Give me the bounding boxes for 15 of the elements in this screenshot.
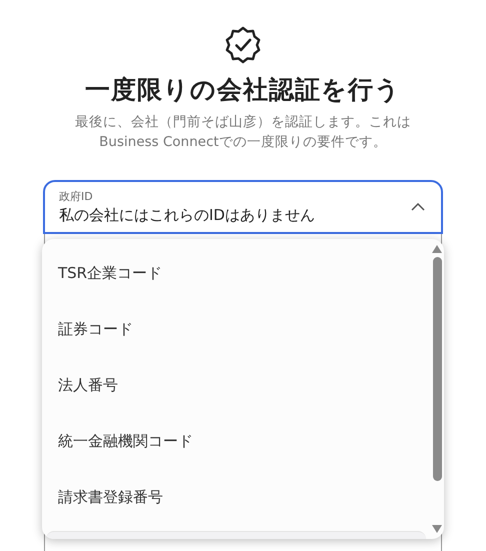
caret-icon	[411, 203, 425, 211]
description-text: 最後に、会社（門前そば山彦）を認証します。これはBusiness Connectでの一度限りの要件です。	[74, 113, 412, 152]
scroll-up-icon[interactable]	[432, 245, 442, 253]
government-id-select[interactable]: 政府ID 私の会社にはこれらのIDはありません	[43, 180, 443, 234]
scrollbar-thumb[interactable]	[432, 257, 442, 481]
dropdown-option[interactable]: TSR企業コード	[42, 245, 430, 301]
field-label: 政府ID	[59, 189, 94, 204]
scroll-down-icon[interactable]	[432, 525, 442, 533]
field-value: 私の会社にはこれらのIDはありません	[59, 206, 315, 225]
dropdown-option[interactable]: 統一金融機関コード	[42, 413, 430, 469]
dropdown-option[interactable]: 請求書登録番号	[42, 469, 430, 525]
dropdown-option[interactable]: 証券コード	[42, 301, 430, 357]
verified-badge-icon	[223, 25, 263, 65]
dropdown-option[interactable]: 法人番号	[42, 357, 430, 413]
page-title: 一度限りの会社認証を行う	[85, 74, 401, 106]
